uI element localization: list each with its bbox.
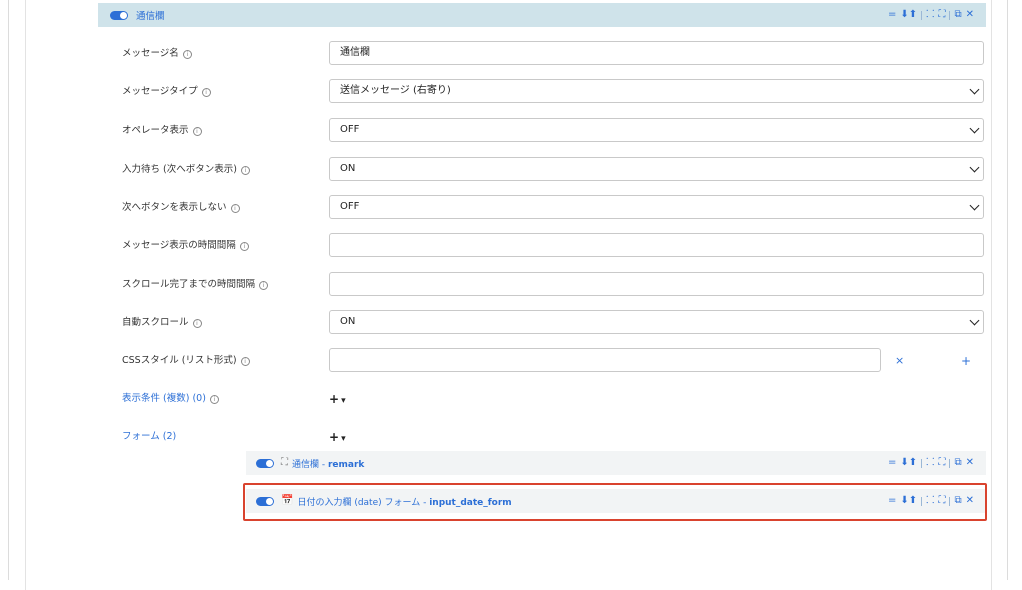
info-icon[interactable]: i <box>230 204 240 213</box>
copy-icon[interactable]: ⧉ <box>954 458 961 468</box>
item-controls: = ⬇ ⬆ ⸬ ⛶ ⧉ ✕ <box>888 458 974 468</box>
drag-handle-icon[interactable]: = <box>888 10 896 20</box>
add-form-button[interactable]: + ▾ <box>329 424 346 450</box>
info-icon[interactable]: i <box>240 357 250 366</box>
scroll-interval-input[interactable] <box>329 272 984 296</box>
field-label: 自動スクロール i <box>122 310 202 336</box>
message-title: 通信欄 <box>136 11 165 22</box>
enable-toggle[interactable] <box>256 458 274 468</box>
expand-icon: ⛶ <box>281 457 288 468</box>
field-row-scroll-interval: スクロール完了までの時間間隔 i <box>0 272 1022 298</box>
field-label: メッセージタイプ i <box>122 79 211 105</box>
field-row-display-interval: メッセージ表示の時間間隔 i <box>0 233 1022 259</box>
info-icon[interactable]: i <box>182 50 192 59</box>
css-style-input[interactable] <box>329 348 881 372</box>
hide-next-button-select[interactable]: OFF <box>329 195 984 219</box>
info-icon[interactable]: i <box>201 88 211 97</box>
expand-icon[interactable]: ⛶ <box>938 458 945 468</box>
remove-css-button[interactable]: × <box>895 348 904 374</box>
enable-toggle[interactable] <box>110 10 128 20</box>
selection-highlight <box>243 483 987 521</box>
form-item-remark: ⛶ 通信欄 - remark = ⬇ ⬆ ⸬ ⛶ ⧉ ✕ <box>246 451 986 475</box>
field-row-auto-scroll: 自動スクロール i ON <box>0 310 1022 336</box>
move-up-icon[interactable]: ⬆ <box>909 458 917 468</box>
expand-icon[interactable]: ⛶ <box>938 10 945 20</box>
close-icon[interactable]: ✕ <box>966 10 974 20</box>
field-row-conditions: 表示条件 (複数) (0) i + ▾ <box>0 386 1022 412</box>
display-interval-input[interactable] <box>329 233 984 257</box>
caret-down-icon: ▾ <box>341 434 346 444</box>
collapse-icon[interactable]: ⸬ <box>926 458 934 468</box>
field-label: スクロール完了までの時間間隔 i <box>122 272 269 298</box>
auto-scroll-select[interactable]: ON <box>329 310 984 334</box>
operator-display-select[interactable]: OFF <box>329 118 984 142</box>
move-down-icon[interactable]: ⬇ <box>900 458 908 468</box>
info-icon[interactable]: i <box>239 242 249 251</box>
wait-input-select[interactable]: ON <box>329 157 984 181</box>
message-header-bar: 通信欄 = ⬇ ⬆ ⸬ ⛶ ⧉ ✕ <box>98 3 986 27</box>
copy-icon[interactable]: ⧉ <box>954 10 961 20</box>
drag-handle-icon[interactable]: = <box>888 458 896 468</box>
info-icon[interactable]: i <box>259 281 269 290</box>
info-icon[interactable]: i <box>192 319 202 328</box>
field-row-operator-display: オペレータ表示 i OFF <box>0 118 1022 144</box>
header-controls: = ⬇ ⬆ ⸬ ⛶ ⧉ ✕ <box>888 10 974 20</box>
close-icon[interactable]: ✕ <box>966 458 974 468</box>
caret-down-icon: ▾ <box>341 396 346 406</box>
conditions-label[interactable]: 表示条件 (複数) (0) i <box>122 386 219 412</box>
field-label: メッセージ名 i <box>122 41 192 67</box>
add-condition-button[interactable]: + ▾ <box>329 386 346 412</box>
divider <box>949 10 951 20</box>
form-item-title[interactable]: 通信欄 - remark <box>292 457 364 470</box>
field-row-message-name: メッセージ名 i 通信欄 <box>0 41 1022 67</box>
field-label: オペレータ表示 i <box>122 118 202 144</box>
info-icon[interactable]: i <box>192 127 202 136</box>
message-name-input[interactable]: 通信欄 <box>329 41 984 65</box>
add-css-button[interactable]: + <box>961 348 971 374</box>
divider <box>949 458 951 468</box>
field-row-css-style: CSSスタイル (リスト形式) i × + <box>0 348 1022 374</box>
field-label: メッセージ表示の時間間隔 i <box>122 233 249 259</box>
field-row-forms: フォーム (2) + ▾ <box>0 424 1022 450</box>
field-row-hide-next-button: 次へボタンを表示しない i OFF <box>0 195 1022 221</box>
field-row-message-type: メッセージタイプ i 送信メッセージ (右寄り) <box>0 79 1022 105</box>
field-label: CSSスタイル (リスト形式) i <box>122 348 250 374</box>
forms-label[interactable]: フォーム (2) <box>122 424 176 450</box>
info-icon[interactable]: i <box>240 166 250 175</box>
message-type-select[interactable]: 送信メッセージ (右寄り) <box>329 79 984 103</box>
field-label: 次へボタンを表示しない i <box>122 195 240 221</box>
divider <box>921 458 923 468</box>
move-up-icon[interactable]: ⬆ <box>909 10 917 20</box>
field-row-wait-input: 入力待ち (次へボタン表示) i ON <box>0 157 1022 183</box>
info-icon[interactable]: i <box>209 395 219 404</box>
collapse-icon[interactable]: ⸬ <box>926 10 934 20</box>
divider <box>921 10 923 20</box>
move-down-icon[interactable]: ⬇ <box>900 10 908 20</box>
field-label: 入力待ち (次へボタン表示) i <box>122 157 250 183</box>
